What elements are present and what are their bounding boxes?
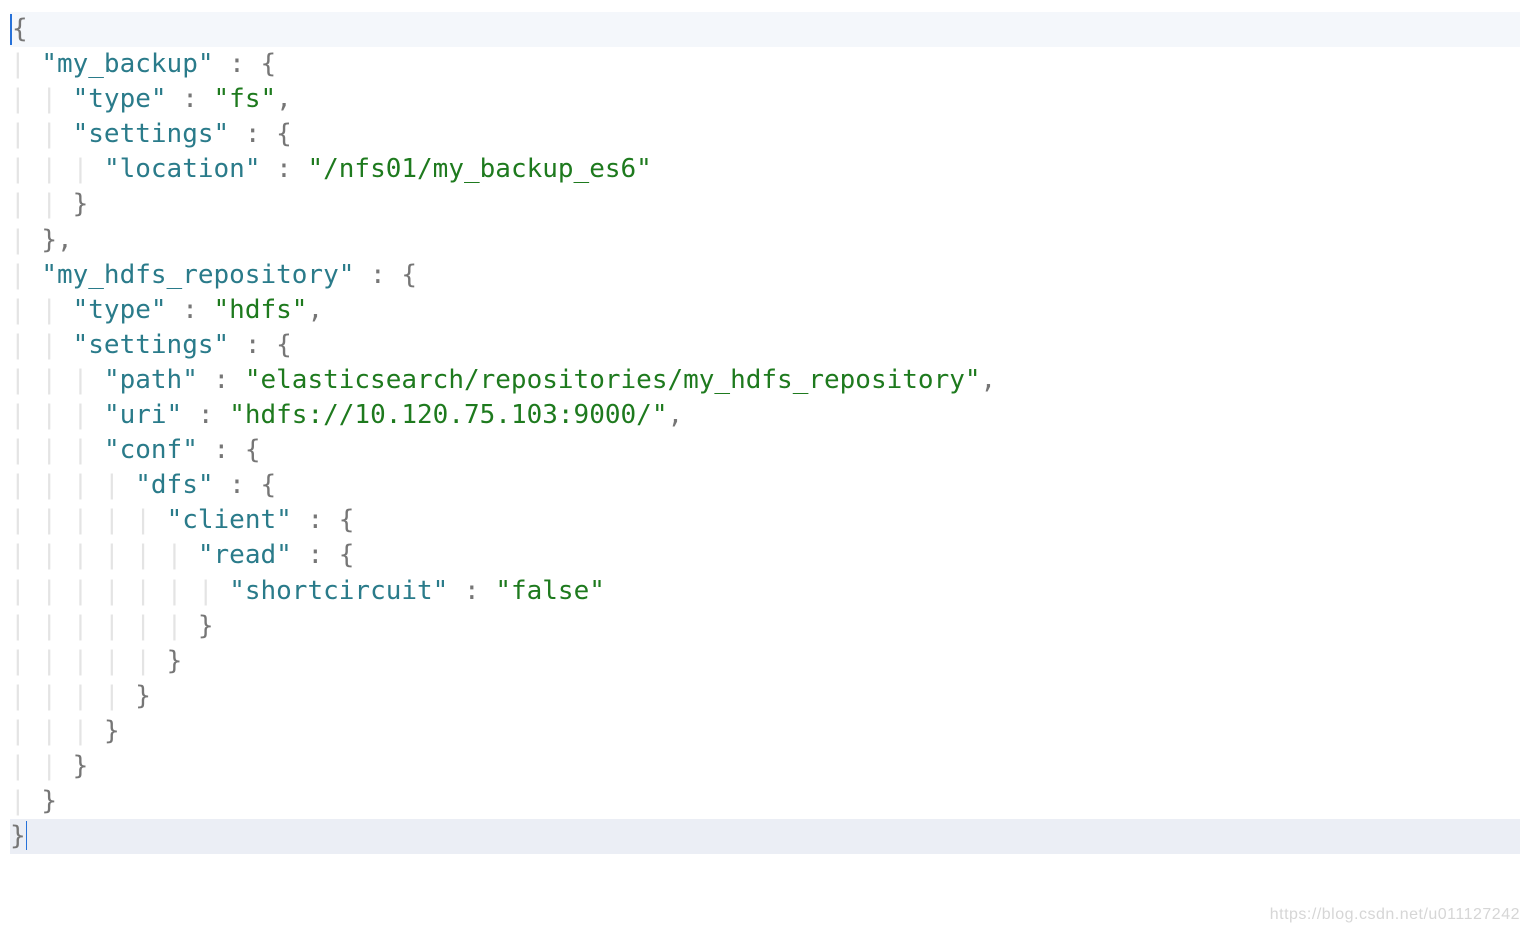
code-line: | | | "conf" : {: [10, 435, 260, 465]
code-token: "fs": [214, 84, 277, 114]
code-line: | | "type" : "fs",: [10, 84, 292, 114]
code-line: | },: [10, 225, 73, 255]
code-token: "my_hdfs_repository": [41, 260, 354, 290]
code-line: | | | | | | "read" : {: [10, 540, 354, 570]
code-token: "client": [167, 505, 292, 535]
code-token: {: [276, 119, 292, 149]
code-token: "hdfs": [214, 295, 308, 325]
code-token: :: [292, 505, 339, 535]
code-token: :: [448, 576, 495, 606]
code-token: "hdfs://10.120.75.103:9000/": [229, 400, 667, 430]
code-token: "type": [73, 84, 167, 114]
code-token: {: [401, 260, 417, 290]
code-token: {: [339, 505, 355, 535]
code-token: :: [292, 540, 339, 570]
code-token: {: [260, 49, 276, 79]
code-token: "uri": [104, 400, 182, 430]
code-token: :: [198, 365, 245, 395]
code-token: {: [245, 435, 261, 465]
code-token: :: [167, 84, 214, 114]
code-token: {: [339, 540, 355, 570]
code-token: "conf": [104, 435, 198, 465]
json-code-block[interactable]: { | "my_backup" : { | | "type" : "fs", |…: [0, 0, 1530, 854]
code-token: ,: [981, 365, 997, 395]
code-token: ,: [57, 225, 73, 255]
code-token: :: [354, 260, 401, 290]
watermark-text: https://blog.csdn.net/u011127242: [1270, 906, 1520, 924]
code-token: }: [167, 646, 183, 676]
code-token: :: [167, 295, 214, 325]
code-line: | | | "uri" : "hdfs://10.120.75.103:9000…: [10, 400, 683, 430]
code-token: :: [229, 330, 276, 360]
code-line: | | | | }: [10, 681, 151, 711]
code-line: | | }: [10, 189, 88, 219]
code-token: :: [214, 470, 261, 500]
code-token: "settings": [73, 119, 230, 149]
code-token: }: [73, 189, 89, 219]
code-token: "my_backup": [41, 49, 213, 79]
code-token: "type": [73, 295, 167, 325]
code-line: | "my_backup" : {: [10, 49, 276, 79]
code-line: {: [10, 12, 1520, 47]
code-token: }: [198, 611, 214, 641]
code-line: | | | }: [10, 716, 120, 746]
code-line: | | | | | | | "shortcircuit" : "false": [10, 576, 605, 606]
code-token: "shortcircuit": [229, 576, 448, 606]
code-line: | | "settings" : {: [10, 119, 292, 149]
code-token: }: [135, 681, 151, 711]
code-token: }: [73, 751, 89, 781]
code-line: | | | | | }: [10, 646, 182, 676]
caret-icon: [26, 821, 27, 850]
code-token: "/nfs01/my_backup_es6": [307, 154, 651, 184]
code-token: }: [41, 786, 57, 816]
code-token: "false": [495, 576, 605, 606]
code-token: {: [12, 14, 28, 44]
code-token: }: [10, 821, 26, 851]
code-token: :: [260, 154, 307, 184]
code-line: | | | "location" : "/nfs01/my_backup_es6…: [10, 154, 652, 184]
code-token: "dfs": [135, 470, 213, 500]
code-token: :: [198, 435, 245, 465]
code-line: | | | | | | }: [10, 611, 214, 641]
code-line: | | "settings" : {: [10, 330, 292, 360]
code-token: {: [276, 330, 292, 360]
code-line: | | "type" : "hdfs",: [10, 295, 323, 325]
code-line: | "my_hdfs_repository" : {: [10, 260, 417, 290]
code-line: | | | "path" : "elasticsearch/repositori…: [10, 365, 996, 395]
code-token: {: [261, 470, 277, 500]
code-line: }: [10, 819, 1520, 854]
code-token: "path": [104, 365, 198, 395]
code-token: }: [104, 716, 120, 746]
code-line: | | | | | "client" : {: [10, 505, 354, 535]
code-token: :: [182, 400, 229, 430]
code-line: | | | | "dfs" : {: [10, 470, 276, 500]
code-token: "elasticsearch/repositories/my_hdfs_repo…: [245, 365, 981, 395]
code-token: }: [41, 225, 57, 255]
code-token: "location": [104, 154, 261, 184]
code-token: ,: [307, 295, 323, 325]
code-token: :: [229, 119, 276, 149]
code-token: :: [214, 49, 261, 79]
code-token: ,: [667, 400, 683, 430]
code-line: | | }: [10, 751, 88, 781]
code-token: "settings": [73, 330, 230, 360]
code-token: "read": [198, 540, 292, 570]
code-line: | }: [10, 786, 57, 816]
code-token: ,: [276, 84, 292, 114]
